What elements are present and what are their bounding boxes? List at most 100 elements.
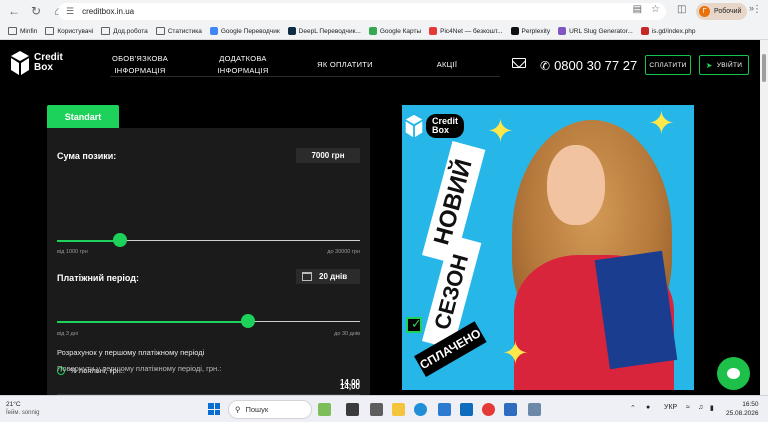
clock-time: 16:50	[742, 401, 759, 408]
tray-chevron-icon[interactable]: ⌃	[630, 404, 636, 412]
mail-app-icon[interactable]	[460, 403, 473, 416]
folder-icon	[45, 27, 55, 35]
amount-slider-fill	[57, 239, 120, 242]
back-icon[interactable]: ←	[6, 3, 22, 19]
bookmarks-bar: Minfin Користувачі Дод.робота Статистика Goo…	[0, 22, 768, 40]
bookmark-item[interactable]: URL Slug Generator...	[558, 27, 633, 35]
menu-item-mandatory-info[interactable]: ОБОВ'ЯЗКОВА ІНФОРМАЦІЯ	[110, 53, 170, 77]
bookmark-item[interactable]: is.gd/index.php	[640, 27, 696, 35]
windows-taskbar: 21°C Їейм. sonnig ⚲ Пошук ⌃ ● УКР ≈ ♫ ▮ …	[0, 395, 768, 422]
calendar-icon	[302, 272, 312, 281]
clock[interactable]: 16:50 25.08.2026	[726, 400, 759, 418]
store-icon[interactable]	[438, 403, 451, 416]
bookmark-label: Дод.робота	[113, 27, 148, 35]
amount-min-label: від 1000 грн	[57, 249, 88, 255]
bookmark-item[interactable]: Google Карты	[368, 27, 421, 35]
search-placeholder: Пошук	[245, 405, 269, 414]
favicon-icon	[558, 27, 567, 35]
bookmark-item[interactable]: Дод.робота	[101, 27, 148, 35]
battery-icon[interactable]: ▮	[710, 404, 714, 412]
task-view-icon[interactable]	[346, 403, 359, 416]
pay-button[interactable]: СПЛАТИТИ	[645, 55, 691, 75]
login-arrow-icon: ➤	[705, 60, 713, 70]
bookmark-item[interactable]: Minfin	[8, 27, 37, 35]
search-icon: ⚲	[235, 405, 241, 414]
extensions-icon[interactable]: ◫	[677, 4, 686, 15]
phone-number[interactable]: ✆ 0800 30 77 27	[540, 58, 637, 73]
profile-button[interactable]: Г Робочий	[696, 3, 748, 20]
bookmark-item[interactable]: Статистика	[155, 27, 202, 35]
widget-app-icon[interactable]	[318, 403, 331, 416]
menu-item-how-to-pay[interactable]: ЯК ОПЛАТИТИ	[310, 59, 380, 71]
site-info-icon[interactable]: ☰	[66, 6, 74, 17]
scrollbar-thumb[interactable]	[762, 54, 766, 82]
banner-logo-text-2: Box	[432, 125, 450, 135]
chat-button[interactable]	[717, 357, 750, 390]
folder-icon	[8, 27, 17, 35]
avatar: Г	[699, 6, 710, 17]
period-slider-fill	[57, 320, 248, 323]
favicon-icon	[209, 27, 218, 35]
address-bar[interactable]: ☰ creditbox.in.ua ▤ ☆	[58, 3, 666, 20]
bookmarks-more-icon[interactable]: »	[749, 3, 754, 13]
page-scrollbar[interactable]	[760, 40, 768, 395]
bookmark-item[interactable]: Pic4Net — безкошт...	[429, 27, 503, 35]
bookmark-item[interactable]: Користувачі	[45, 27, 93, 35]
file-explorer-icon[interactable]	[392, 403, 405, 416]
page-viewport: Credit Box ОБОВ'ЯЗКОВА ІНФОРМАЦІЯ ДОДАТК…	[0, 40, 760, 395]
address-row: ← ↻ ⌂ ☰ creditbox.in.ua ▤ ☆ ◫ Г Робочий …	[0, 0, 768, 22]
language-indicator[interactable]: УКР	[664, 404, 677, 411]
reload-icon[interactable]: ↻	[28, 3, 44, 19]
weather-widget[interactable]: 21°C Їейм. sonnig	[6, 401, 40, 417]
edge-icon[interactable]	[414, 403, 427, 416]
start-button[interactable]	[208, 403, 220, 415]
word-icon[interactable]	[504, 403, 517, 416]
bookmark-item[interactable]: DeepL Переводчик...	[287, 27, 361, 35]
star-icon: ✦	[487, 113, 514, 149]
cast-icon[interactable]: ▤	[633, 4, 642, 15]
menu-item-additional-info[interactable]: ДОДАТКОВА ІНФОРМАЦІЯ	[212, 53, 274, 77]
browser-chrome: ← ↻ ⌂ ☰ creditbox.in.ua ▤ ☆ ◫ Г Робочий …	[0, 0, 768, 40]
mail-icon[interactable]	[512, 58, 526, 68]
app-icon[interactable]	[528, 403, 541, 416]
promo-banner[interactable]: ✦ ✦ ✦ Credit Box НОВИЙ СЕЗОН ✓ СПЛАЧЕНО	[402, 105, 694, 390]
checkbox-icon: ✓	[406, 316, 422, 333]
chat-bubble-icon	[727, 368, 740, 379]
folder-icon	[101, 27, 111, 35]
bookmark-star-icon[interactable]: ☆	[651, 4, 660, 15]
amount-value[interactable]: 7000 грн	[296, 148, 360, 163]
favicon-icon	[287, 27, 296, 35]
period-slider-track[interactable]	[57, 314, 360, 328]
chrome-icon[interactable]	[482, 403, 495, 416]
first-period-title: Розрахунок у першому платіжному періоді	[57, 348, 205, 357]
period-max-label: до 30 днів	[334, 331, 360, 337]
bookmark-item[interactable]: Perplexity	[510, 27, 550, 35]
period-label: Платіжний період:	[57, 273, 140, 283]
volume-icon[interactable]: ♫	[698, 404, 703, 411]
folder-icon	[155, 27, 165, 35]
favicon-icon	[510, 27, 519, 35]
menu-item-promotions[interactable]: АКЦІЇ	[425, 59, 469, 71]
bookmark-item[interactable]: Google Переводчик	[209, 27, 280, 35]
banner-logo: Credit Box	[404, 105, 472, 147]
tab-standart[interactable]: Standart	[47, 105, 119, 128]
bookmark-label: Google Переводчик	[220, 27, 280, 35]
bookmark-label: Користувачі	[57, 27, 94, 35]
bookmark-label: Статистика	[167, 27, 202, 35]
period-value: 20 днів	[319, 272, 348, 281]
login-button[interactable]: ➤ УВІЙТИ	[699, 55, 749, 75]
copilot-icon[interactable]	[370, 403, 383, 416]
amount-slider-track[interactable]	[57, 233, 360, 247]
tray-app-icon[interactable]: ●	[646, 404, 650, 411]
amount-slider-thumb[interactable]	[113, 233, 127, 247]
loan-calculator: Сума позики: 7000 грн від 1000 грн до 30…	[47, 128, 370, 395]
wifi-icon[interactable]: ≈	[686, 404, 690, 411]
taskbar-search[interactable]: ⚲ Пошук	[228, 400, 312, 419]
period-slider-thumb[interactable]	[241, 314, 255, 328]
return-value: 14,00	[339, 378, 360, 387]
profile-label: Робочий	[714, 8, 742, 15]
period-value-box[interactable]: 20 днів	[296, 269, 360, 284]
star-icon: ✦	[502, 335, 529, 371]
phone-icon: ✆	[540, 58, 551, 73]
amount-max-label: до 30000 грн	[327, 249, 360, 255]
